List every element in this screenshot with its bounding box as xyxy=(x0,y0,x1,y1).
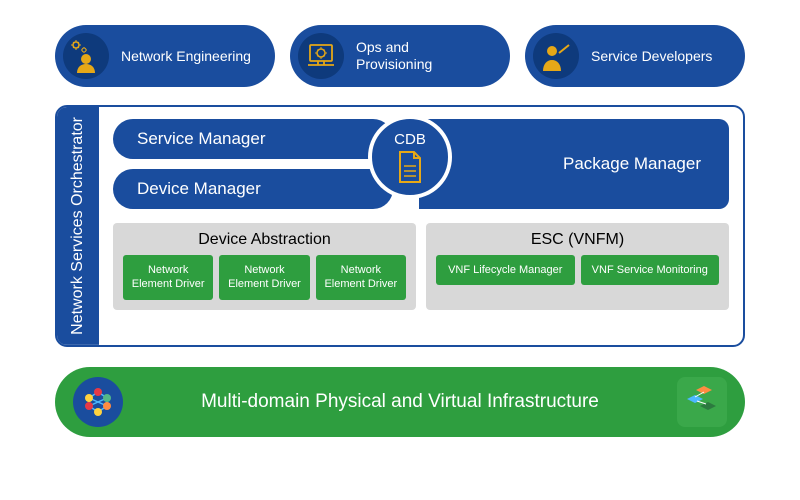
managers-column: Service Manager Device Manager xyxy=(113,119,393,209)
device-abstraction-title: Device Abstraction xyxy=(123,231,406,249)
esc-vnfm-box: ESC (VNFM) VNF Lifecycle Manager VNF Ser… xyxy=(426,223,729,310)
abstraction-section: Device Abstraction Network Element Drive… xyxy=(113,223,729,310)
persona-label: Network Engineering xyxy=(121,48,251,65)
engineer-icon xyxy=(63,33,109,79)
orchestrator-content: Service Manager Device Manager CDB Packa… xyxy=(99,107,743,345)
orchestrator-container: Network Services Orchestrator Service Ma… xyxy=(55,105,745,347)
persona-label: Service Developers xyxy=(591,48,712,65)
developer-icon xyxy=(533,33,579,79)
cdb-component: CDB xyxy=(368,115,452,199)
service-manager: Service Manager xyxy=(113,119,393,159)
persona-row: Network Engineering Ops and Provisioning… xyxy=(55,25,745,87)
infrastructure-tiles-icon xyxy=(677,377,727,427)
package-manager-label: Package Manager xyxy=(563,153,701,175)
device-manager: Device Manager xyxy=(113,169,393,209)
manager-section: Service Manager Device Manager CDB Packa… xyxy=(113,119,729,209)
ops-icon xyxy=(298,33,344,79)
persona-label: Ops and Provisioning xyxy=(356,39,488,73)
persona-network-engineering: Network Engineering xyxy=(55,25,275,87)
persona-service-developers: Service Developers xyxy=(525,25,745,87)
orchestrator-sidebar-title: Network Services Orchestrator xyxy=(57,107,99,345)
network-element-driver: Network Element Driver xyxy=(123,255,213,300)
vnf-service-monitoring: VNF Service Monitoring xyxy=(581,255,720,285)
esc-vnfm-title: ESC (VNFM) xyxy=(436,231,719,249)
network-graph-icon xyxy=(73,377,123,427)
package-manager: Package Manager xyxy=(419,119,729,209)
network-element-driver: Network Element Driver xyxy=(316,255,406,300)
vnf-lifecycle-manager: VNF Lifecycle Manager xyxy=(436,255,575,285)
persona-ops-provisioning: Ops and Provisioning xyxy=(290,25,510,87)
infrastructure-footer: Multi-domain Physical and Virtual Infras… xyxy=(55,367,745,437)
cdb-label: CDB xyxy=(394,131,426,148)
device-abstraction-box: Device Abstraction Network Element Drive… xyxy=(113,223,416,310)
infrastructure-label: Multi-domain Physical and Virtual Infras… xyxy=(123,391,677,413)
document-icon xyxy=(396,150,424,184)
vnf-row: VNF Lifecycle Manager VNF Service Monito… xyxy=(436,255,719,285)
network-element-driver: Network Element Driver xyxy=(219,255,309,300)
driver-row: Network Element Driver Network Element D… xyxy=(123,255,406,300)
